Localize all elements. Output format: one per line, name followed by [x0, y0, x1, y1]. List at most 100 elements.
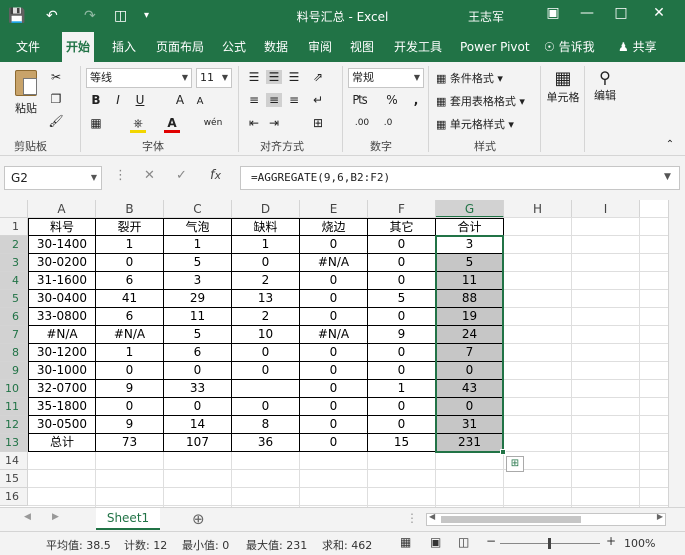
row-header-7[interactable]: 7	[0, 326, 28, 344]
tab-insert[interactable]: 插入	[108, 32, 140, 62]
table-cell[interactable]: 3	[436, 236, 504, 254]
next-sheet-icon[interactable]: ▶	[52, 512, 59, 522]
increase-indent-icon[interactable]: ⇥	[266, 116, 282, 130]
collapse-ribbon-icon[interactable]: ⌃	[662, 138, 678, 152]
table-cell[interactable]: 0	[368, 272, 436, 290]
shrink-font-button[interactable]: A	[192, 95, 208, 109]
table-cell[interactable]: 35-1800	[28, 398, 96, 416]
row-header-2[interactable]: 2	[0, 236, 28, 254]
table-cell[interactable]: 裂开	[96, 218, 164, 236]
column-header-c[interactable]: C	[164, 200, 232, 218]
row-header-16[interactable]: 16	[0, 488, 28, 506]
zoom-slider-thumb[interactable]	[548, 538, 551, 549]
table-cell[interactable]: 9	[96, 380, 164, 398]
table-cell[interactable]: 0	[300, 434, 368, 452]
table-cell[interactable]: 9	[96, 416, 164, 434]
table-cell[interactable]: 30-1000	[28, 362, 96, 380]
minimize-icon[interactable]: —	[574, 5, 600, 21]
table-cell[interactable]: 13	[232, 290, 300, 308]
decrease-indent-icon[interactable]: ⇤	[246, 116, 262, 130]
table-cell[interactable]: 5	[436, 254, 504, 272]
conditional-formatting-button[interactable]: ▦ 条件格式 ▾	[436, 70, 503, 86]
table-cell[interactable]: 0	[368, 344, 436, 362]
table-cell[interactable]: 31-1600	[28, 272, 96, 290]
tab-page-layout[interactable]: 页面布局	[152, 32, 208, 62]
table-cell[interactable]: 9	[368, 326, 436, 344]
tab-power-pivot[interactable]: Power Pivot	[456, 32, 534, 62]
font-color-icon[interactable]: A	[164, 116, 180, 133]
row-header-11[interactable]: 11	[0, 398, 28, 416]
table-cell[interactable]: 0	[300, 308, 368, 326]
table-cell[interactable]: 19	[436, 308, 504, 326]
table-cell[interactable]: 7	[436, 344, 504, 362]
column-header-g[interactable]: G	[436, 200, 504, 218]
wrap-text-icon[interactable]: ↵	[310, 93, 326, 107]
share-button[interactable]: ♟ 共享	[614, 32, 661, 62]
table-cell[interactable]: 0	[368, 416, 436, 434]
table-cell[interactable]: 总计	[28, 434, 96, 452]
align-center-icon[interactable]: ≡	[266, 93, 282, 107]
expand-formula-icon[interactable]: ▼	[664, 172, 671, 182]
quick-analysis-icon[interactable]: ⊞	[506, 456, 524, 472]
table-cell[interactable]: 11	[436, 272, 504, 290]
editing-button[interactable]: ⚲ 编辑	[590, 68, 620, 103]
table-cell[interactable]: 0	[232, 362, 300, 380]
table-cell[interactable]	[232, 380, 300, 398]
table-cell[interactable]: 231	[436, 434, 504, 452]
table-cell[interactable]: 5	[368, 290, 436, 308]
cut-icon[interactable]: ✂	[48, 70, 64, 84]
column-header-f[interactable]: F	[368, 200, 436, 218]
format-painter-icon[interactable]: 🖌	[48, 114, 64, 128]
align-middle-icon[interactable]: ☰	[266, 70, 282, 84]
table-cell[interactable]: 0	[368, 362, 436, 380]
row-header-5[interactable]: 5	[0, 290, 28, 308]
tab-formulas[interactable]: 公式	[218, 32, 250, 62]
row-header-13[interactable]: 13	[0, 434, 28, 452]
table-cell[interactable]: 合计	[436, 218, 504, 236]
table-cell[interactable]: 0	[368, 308, 436, 326]
vertical-scrollbar[interactable]	[668, 200, 685, 507]
table-cell[interactable]: 0	[300, 398, 368, 416]
borders-icon[interactable]: ▦	[88, 116, 104, 130]
row-header-3[interactable]: 3	[0, 254, 28, 272]
zoom-slider[interactable]	[500, 538, 600, 549]
table-cell[interactable]: 0	[300, 272, 368, 290]
table-cell[interactable]: 0	[96, 362, 164, 380]
row-header-15[interactable]: 15	[0, 470, 28, 488]
table-cell[interactable]: #N/A	[300, 254, 368, 272]
align-bottom-icon[interactable]: ☰	[286, 70, 302, 84]
table-cell[interactable]: 2	[232, 272, 300, 290]
table-cell[interactable]: 2	[232, 308, 300, 326]
table-cell[interactable]: 1	[368, 380, 436, 398]
scroll-split-icon[interactable]: ⋮	[406, 511, 418, 525]
normal-view-icon[interactable]: ▦	[400, 535, 411, 549]
table-cell[interactable]: 30-1200	[28, 344, 96, 362]
table-cell[interactable]: 29	[164, 290, 232, 308]
tab-home[interactable]: 开始	[62, 32, 95, 62]
table-cell[interactable]: 6	[164, 344, 232, 362]
table-cell[interactable]: 8	[232, 416, 300, 434]
table-cell[interactable]: 0	[96, 398, 164, 416]
table-cell[interactable]: 3	[164, 272, 232, 290]
tab-data[interactable]: 数据	[260, 32, 292, 62]
table-cell[interactable]: 气泡	[164, 218, 232, 236]
fill-handle[interactable]	[500, 449, 506, 455]
table-cell[interactable]: 33	[164, 380, 232, 398]
table-cell[interactable]: 1	[96, 344, 164, 362]
table-cell[interactable]: 0	[300, 290, 368, 308]
column-header-i[interactable]: I	[572, 200, 640, 218]
table-cell[interactable]: 0	[436, 362, 504, 380]
table-cell[interactable]: 0	[164, 362, 232, 380]
sheet-tab-sheet1[interactable]: Sheet1	[96, 508, 160, 530]
merge-center-icon[interactable]: ⊞	[310, 116, 326, 130]
table-cell[interactable]: 5	[164, 254, 232, 272]
table-cell[interactable]: 6	[96, 272, 164, 290]
table-cell[interactable]: #N/A	[96, 326, 164, 344]
ribbon-options-icon[interactable]: ▣	[540, 5, 566, 21]
italic-button[interactable]: I	[110, 93, 126, 107]
scrollbar-thumb[interactable]	[441, 516, 581, 523]
row-header-4[interactable]: 4	[0, 272, 28, 290]
align-top-icon[interactable]: ☰	[246, 70, 262, 84]
tab-file[interactable]: 文件	[12, 32, 44, 62]
table-cell[interactable]: 73	[96, 434, 164, 452]
